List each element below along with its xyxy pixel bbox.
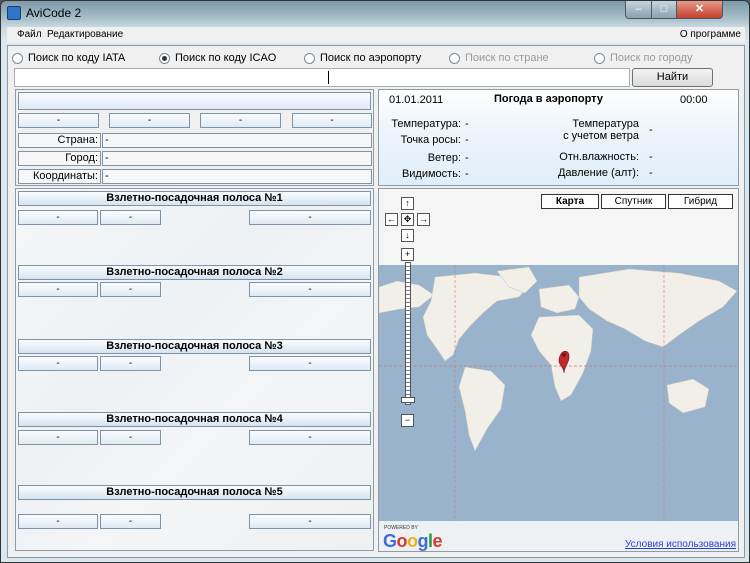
runway-2-title: Взлетно-посадочная полоса №2	[18, 265, 371, 280]
runway-4-value-2: -	[100, 430, 161, 445]
weather-time: 00:00	[680, 94, 708, 106]
radio-label: Поиск по аэропорту	[320, 52, 422, 64]
coordinates-value: -	[102, 169, 372, 184]
zoom-in-icon[interactable]: +	[401, 248, 414, 261]
radio-indicator[interactable]	[159, 52, 170, 64]
terms-of-use-link[interactable]: Условия использования	[625, 539, 736, 550]
tab-hybrid[interactable]: Гибрид	[668, 194, 733, 209]
main-area: Поиск по коду IATA Поиск по коду ICAO По…	[7, 45, 745, 558]
wind-label: Ветер:	[427, 152, 461, 164]
airport-code-1: -	[18, 113, 99, 128]
google-logo: Google	[383, 531, 443, 551]
temperature-value: -	[465, 118, 469, 130]
zoom-out-icon[interactable]: −	[401, 414, 414, 427]
humidity-label: Отн.влажность:	[559, 151, 639, 163]
pressure-label: Давление (алт):	[557, 167, 639, 179]
radio-label: Поиск по стране	[465, 52, 549, 64]
airport-code-4: -	[292, 113, 372, 128]
weather-date: 01.01.2011	[389, 94, 444, 106]
runway-2-value-2: -	[100, 282, 161, 297]
temperature-label: Температура:	[391, 118, 461, 130]
airport-code-3: -	[200, 113, 281, 128]
runway-1-value-3: -	[249, 210, 371, 225]
runway-1-value-1: -	[18, 210, 98, 225]
runway-5-value-1: -	[18, 514, 98, 529]
wind-value: -	[465, 152, 469, 164]
runway-3-value-1: -	[18, 356, 98, 371]
radio-country[interactable]: Поиск по стране	[449, 52, 549, 64]
country-value: -	[102, 133, 372, 148]
runway-5-value-3: -	[249, 514, 371, 529]
app-window: AviCode 2 – □ ✕ Файл Редактирование О пр…	[0, 0, 750, 563]
zoom-slider-thumb[interactable]	[401, 397, 415, 403]
runway-4-title: Взлетно-посадочная полоса №4	[18, 412, 371, 427]
humidity-value: -	[649, 151, 653, 163]
visibility-label: Видимость:	[401, 168, 461, 180]
coordinates-label: Координаты:	[18, 169, 101, 184]
runway-4-value-3: -	[249, 430, 371, 445]
weather-title: Погода в аэропорту	[494, 93, 603, 105]
radio-indicator[interactable]	[449, 52, 460, 64]
radio-label: Поиск по городу	[610, 52, 693, 64]
tab-map[interactable]: Карта	[541, 194, 599, 209]
zoom-slider[interactable]	[405, 262, 411, 405]
country-label: Страна:	[18, 133, 101, 148]
pressure-value: -	[649, 167, 653, 179]
dewpoint-label: Точка росы:	[400, 134, 461, 146]
title-bar: AviCode 2 – □ ✕	[1, 1, 749, 25]
window-title: AviCode 2	[26, 6, 82, 20]
radio-indicator[interactable]	[304, 52, 315, 64]
runway-5-title: Взлетно-посадочная полоса №5	[18, 485, 371, 500]
pan-center-icon[interactable]: ✥	[401, 213, 414, 226]
minimize-button[interactable]: –	[625, 1, 652, 19]
airport-code-2: -	[109, 113, 190, 128]
app-icon	[7, 6, 21, 20]
visibility-value: -	[465, 168, 469, 180]
find-button[interactable]: Найти	[632, 68, 713, 87]
pan-down-icon[interactable]: ↓	[401, 229, 414, 242]
feels-like-value: -	[649, 124, 653, 136]
radio-iata[interactable]: Поиск по коду IATA	[12, 52, 125, 64]
runway-3-title: Взлетно-посадочная полоса №3	[18, 339, 371, 354]
airport-info-panel: - - - - Страна: - Город: - Координаты: -	[15, 89, 374, 186]
city-value: -	[102, 151, 372, 166]
radio-indicator[interactable]	[594, 52, 605, 64]
pan-right-icon[interactable]: →	[417, 213, 430, 226]
runway-1-value-2: -	[100, 210, 161, 225]
location-marker-dot	[562, 353, 566, 357]
feels-like-label-line2: с учетом ветра	[563, 130, 639, 142]
runway-4-value-1: -	[18, 430, 98, 445]
radio-city[interactable]: Поиск по городу	[594, 52, 692, 64]
pan-up-icon[interactable]: ↑	[401, 197, 414, 210]
runway-3-value-3: -	[249, 356, 371, 371]
tab-satellite[interactable]: Спутник	[601, 194, 666, 209]
radio-label: Поиск по коду IATA	[28, 52, 126, 64]
menu-about[interactable]: О программе	[680, 29, 741, 40]
airport-name	[18, 92, 371, 110]
runway-3-value-2: -	[100, 356, 161, 371]
search-input[interactable]	[14, 68, 630, 87]
radio-label: Поиск по коду ICAO	[175, 52, 277, 64]
runway-2-value-3: -	[249, 282, 371, 297]
weather-panel: 01.01.2011 Погода в аэропорту 00:00 Темп…	[378, 89, 739, 186]
menu-bar: Файл Редактирование О программе	[7, 27, 745, 43]
feels-like-label-line1: Температура	[572, 118, 639, 130]
runway-5-value-2: -	[100, 514, 161, 529]
radio-indicator[interactable]	[12, 52, 23, 64]
runway-2-value-1: -	[18, 282, 98, 297]
runways-panel: Взлетно-посадочная полоса №1 - - - Взлет…	[15, 188, 374, 551]
runway-1-title: Взлетно-посадочная полоса №1	[18, 191, 371, 206]
dewpoint-value: -	[465, 134, 469, 146]
radio-icao[interactable]: Поиск по коду ICAO	[159, 52, 276, 64]
menu-edit[interactable]: Редактирование	[47, 29, 123, 40]
world-map[interactable]	[379, 189, 739, 552]
radio-airport[interactable]: Поиск по аэропорту	[304, 52, 421, 64]
city-label: Город:	[18, 151, 101, 166]
menu-file[interactable]: Файл	[17, 29, 42, 40]
close-button[interactable]: ✕	[676, 1, 723, 19]
pan-left-icon[interactable]: ←	[385, 213, 398, 226]
maximize-button[interactable]: □	[651, 1, 677, 19]
text-caret	[328, 71, 329, 84]
map-view[interactable]: Карта Спутник Гибрид ↑ ← ✥ → ↓ + − POWER…	[378, 188, 739, 552]
